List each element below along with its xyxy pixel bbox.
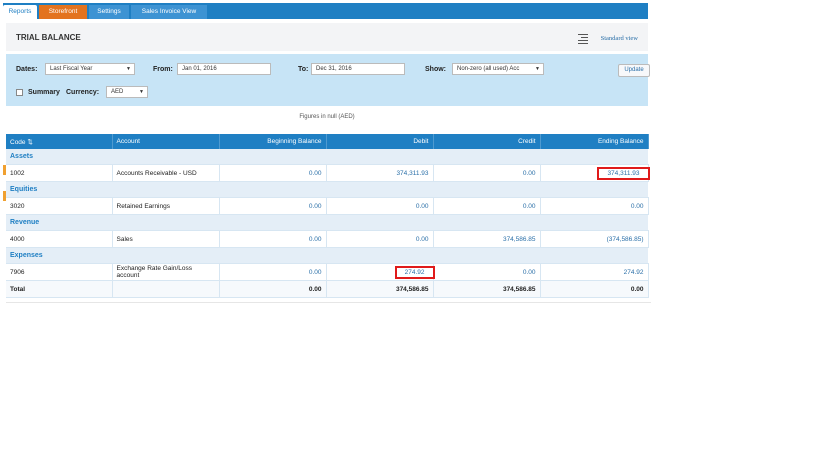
show-label: Show: bbox=[425, 66, 446, 73]
dates-label: Dates: bbox=[16, 66, 38, 73]
filter-panel: Dates: Last Fiscal Year ▼ From: Jan 01, 2… bbox=[6, 54, 650, 106]
chevron-down-icon: ▼ bbox=[139, 89, 144, 95]
code-cell: 7906 bbox=[6, 263, 113, 281]
summary-label: Summary bbox=[28, 89, 60, 96]
currency-label: Currency: bbox=[66, 89, 100, 96]
account-cell: Retained Earnings bbox=[112, 197, 220, 215]
highlight-box: 274.92 bbox=[394, 265, 435, 279]
update-button[interactable]: Update bbox=[618, 64, 650, 77]
col-beginning-balance[interactable]: Beginning Balance bbox=[219, 134, 327, 149]
figures-note: Figures in null (AED) bbox=[6, 106, 648, 132]
col-code[interactable]: Code ⇅ bbox=[6, 134, 113, 149]
group-label: Assets bbox=[6, 149, 648, 165]
credit-cell[interactable]: 0.00 bbox=[433, 164, 541, 182]
group-row-assets: Assets bbox=[6, 149, 648, 165]
chevron-down-icon: ▼ bbox=[535, 66, 540, 72]
col-credit[interactable]: Credit bbox=[433, 134, 541, 149]
to-label: To: bbox=[298, 66, 309, 73]
ending-cell[interactable]: 274.92 bbox=[540, 263, 649, 281]
total-row: Total 0.00 374,586.85 374,586.85 0.00 bbox=[6, 280, 649, 298]
table-row: 7906 Exchange Rate Gain/Loss account 0.0… bbox=[6, 263, 649, 281]
group-row-expenses: Expenses bbox=[6, 247, 648, 264]
currency-value: AED bbox=[111, 89, 124, 95]
group-label: Revenue bbox=[6, 214, 648, 231]
debit-cell[interactable]: 274.92 bbox=[326, 263, 435, 281]
highlight-box: 374,311.93 bbox=[597, 166, 650, 180]
currency-select[interactable]: AED ▼ bbox=[106, 86, 148, 98]
group-label: Expenses bbox=[6, 247, 648, 264]
page-title: TRIAL BALANCE bbox=[16, 33, 81, 42]
col-code-label: Code bbox=[10, 138, 26, 146]
table-row: 3020 Retained Earnings 0.00 0.00 0.00 0.… bbox=[6, 197, 649, 215]
beginning-cell[interactable]: 0.00 bbox=[219, 263, 327, 281]
list-view-icon[interactable] bbox=[578, 34, 588, 44]
ending-cell[interactable]: (374,586.85) bbox=[540, 230, 649, 248]
report-header: TRIAL BALANCE Standard view bbox=[6, 23, 648, 51]
group-row-equities: Equities bbox=[6, 181, 648, 198]
ending-cell[interactable]: 374,311.93 bbox=[540, 164, 650, 182]
tab-storefront[interactable]: Storefront bbox=[39, 5, 87, 19]
chevron-down-icon: ▼ bbox=[126, 66, 131, 72]
tab-reports[interactable]: Reports bbox=[3, 5, 37, 19]
summary-checkbox[interactable] bbox=[16, 89, 23, 96]
to-date-input[interactable]: Dec 31, 2016 bbox=[311, 63, 405, 75]
beginning-cell[interactable]: 0.00 bbox=[219, 197, 327, 215]
debit-cell[interactable]: 0.00 bbox=[326, 230, 434, 248]
code-cell: 1002 bbox=[6, 164, 113, 182]
code-cell: 4000 bbox=[6, 230, 113, 248]
account-cell: Sales bbox=[112, 230, 220, 248]
tab-bar: Reports Storefront Settings Sales Invoic… bbox=[3, 3, 648, 19]
col-account[interactable]: Account bbox=[112, 134, 220, 149]
debit-cell[interactable]: 0.00 bbox=[326, 197, 434, 215]
dates-select[interactable]: Last Fiscal Year ▼ bbox=[45, 63, 135, 75]
table-header-row: Code ⇅ Account Beginning Balance Debit C… bbox=[6, 134, 649, 149]
group-label: Equities bbox=[6, 181, 648, 198]
trial-balance-table: Code ⇅ Account Beginning Balance Debit C… bbox=[6, 134, 650, 298]
code-cell: 3020 bbox=[6, 197, 113, 215]
total-label: Total bbox=[6, 280, 113, 298]
standard-view-link[interactable]: Standard view bbox=[601, 35, 638, 42]
total-beginning: 0.00 bbox=[219, 280, 327, 298]
credit-cell[interactable]: 0.00 bbox=[433, 197, 541, 215]
col-debit[interactable]: Debit bbox=[326, 134, 434, 149]
tab-sales-invoice-view[interactable]: Sales Invoice View bbox=[131, 5, 207, 19]
trial-balance-app: Reports Storefront Settings Sales Invoic… bbox=[3, 3, 651, 303]
debit-cell[interactable]: 374,311.93 bbox=[326, 164, 434, 182]
table-row: 4000 Sales 0.00 0.00 374,586.85 (374,586… bbox=[6, 230, 649, 248]
sort-icon[interactable]: ⇅ bbox=[27, 139, 32, 146]
total-debit: 374,586.85 bbox=[326, 280, 434, 298]
group-row-revenue: Revenue bbox=[6, 214, 648, 231]
from-label: From: bbox=[153, 66, 173, 73]
show-value: Non-zero (all used) Acc bbox=[457, 66, 520, 72]
show-select[interactable]: Non-zero (all used) Acc ▼ bbox=[452, 63, 544, 75]
total-ending: 0.00 bbox=[540, 280, 649, 298]
col-ending-balance[interactable]: Ending Balance bbox=[540, 134, 649, 149]
divider bbox=[6, 302, 651, 303]
credit-cell[interactable]: 0.00 bbox=[433, 263, 541, 281]
total-credit: 374,586.85 bbox=[433, 280, 541, 298]
beginning-cell[interactable]: 0.00 bbox=[219, 164, 327, 182]
ending-cell[interactable]: 0.00 bbox=[540, 197, 649, 215]
account-cell: Exchange Rate Gain/Loss account bbox=[112, 263, 220, 281]
tab-settings[interactable]: Settings bbox=[89, 5, 129, 19]
credit-cell[interactable]: 374,586.85 bbox=[433, 230, 541, 248]
table-row: 1002 Accounts Receivable - USD 0.00 374,… bbox=[6, 164, 650, 182]
from-date-input[interactable]: Jan 01, 2016 bbox=[177, 63, 271, 75]
total-account-cell bbox=[112, 280, 220, 298]
account-cell: Accounts Receivable - USD bbox=[112, 164, 220, 182]
beginning-cell[interactable]: 0.00 bbox=[219, 230, 327, 248]
dates-value: Last Fiscal Year bbox=[50, 66, 93, 72]
